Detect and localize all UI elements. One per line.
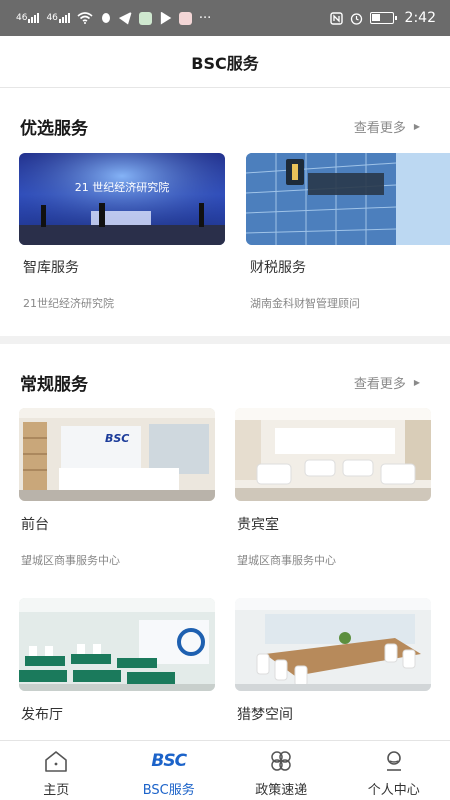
clover-icon xyxy=(271,751,291,771)
home-icon xyxy=(45,751,68,772)
tab-profile[interactable]: 个人中心 xyxy=(338,741,450,800)
regular-card-sub: 望城区商事服务中心 xyxy=(237,554,336,567)
tab-home[interactable]: 主页 xyxy=(0,741,113,800)
regular-card-name: 猎梦空间 xyxy=(237,707,293,723)
signal-label: 46 xyxy=(16,13,28,23)
featured-more-label: 查看更多 xyxy=(353,121,406,136)
front-desk-logo-text: BSC xyxy=(105,432,130,445)
signal-icon: 46 xyxy=(16,13,40,23)
page-title: BSC服务 xyxy=(191,53,259,73)
front-desk-image: BSC xyxy=(19,408,215,501)
thinktank-image: 21 世纪经济研究院 xyxy=(19,153,225,245)
person-icon xyxy=(386,751,401,771)
featured-more-link[interactable]: 查看更多 ▶ xyxy=(354,117,420,136)
regular-card-front-desk[interactable]: BSC 前台 望城区商事服务中心 xyxy=(19,408,215,573)
press-hall-image xyxy=(19,598,215,691)
tab-profile-label: 个人中心 xyxy=(367,783,420,798)
regular-card-dream-space[interactable]: 猎梦空间 xyxy=(235,598,431,728)
tab-policy-label: 政策速递 xyxy=(255,783,308,798)
featured-card-name: 智库服务 xyxy=(23,260,79,276)
bottom-tab-bar: 主页 BSC BSC服务 政策速递 个人中心 xyxy=(0,740,450,800)
thinktank-image-caption: 21 世纪经济研究院 xyxy=(74,181,170,194)
tab-bsc-service[interactable]: BSC BSC服务 xyxy=(113,741,226,800)
app-icon-green xyxy=(138,11,152,25)
featured-card-sub: 21世纪经济研究院 xyxy=(23,297,114,310)
signal-icon-2: 46 xyxy=(46,13,70,23)
telegram-icon xyxy=(118,11,132,25)
video-app-icon xyxy=(160,11,172,25)
status-right: 2:42 xyxy=(329,10,436,26)
clock: 2:42 xyxy=(404,10,436,26)
tab-home-label: 主页 xyxy=(43,783,70,798)
featured-card-thinktank[interactable]: 21 世纪经济研究院 智库服务 21世纪经济研究院 xyxy=(19,153,225,323)
app-icon-red xyxy=(178,11,192,25)
regular-card-press-hall[interactable]: 发布厅 xyxy=(19,598,215,728)
wifi-icon xyxy=(77,12,93,24)
featured-card-tax[interactable]: 财税服务 湖南金科财智管理顾问 xyxy=(246,153,450,323)
regular-more-link[interactable]: 查看更多 ▶ xyxy=(354,373,420,392)
vip-room-image xyxy=(235,408,431,501)
arrow-right-icon: ▶ xyxy=(413,378,420,387)
regular-card-name: 前台 xyxy=(21,517,49,533)
page-header: BSC服务 xyxy=(0,36,450,88)
status-bar: 46 46 ··· 2:42 xyxy=(0,0,450,36)
signal-label-2: 46 xyxy=(46,13,58,23)
status-left: 46 46 ··· xyxy=(16,11,211,26)
regular-section-title: 常规服务 xyxy=(20,375,88,395)
battery-icon xyxy=(369,12,397,24)
dream-space-image xyxy=(235,598,431,691)
featured-card-sub: 湖南金科财智管理顾问 xyxy=(250,297,360,310)
section-divider xyxy=(0,336,450,344)
featured-card-name: 财税服务 xyxy=(250,260,306,276)
nfc-icon xyxy=(329,11,343,25)
more-notifications: ··· xyxy=(198,10,212,26)
arrow-right-icon: ▶ xyxy=(413,122,420,131)
bsc-logo-icon: BSC xyxy=(151,751,187,771)
regular-card-sub: 望城区商事服务中心 xyxy=(21,554,120,567)
regular-more-label: 查看更多 xyxy=(353,377,406,392)
qq-icon xyxy=(101,12,110,23)
regular-card-name: 发布厅 xyxy=(21,707,63,723)
alarm-icon xyxy=(350,12,362,25)
regular-card-vip-room[interactable]: 贵宾室 望城区商事服务中心 xyxy=(235,408,431,573)
regular-card-name: 贵宾室 xyxy=(237,517,279,533)
tax-image xyxy=(246,153,450,245)
featured-section-title: 优选服务 xyxy=(20,119,88,139)
tab-policy[interactable]: 政策速递 xyxy=(225,741,338,800)
tab-bsc-service-label: BSC服务 xyxy=(142,783,195,798)
